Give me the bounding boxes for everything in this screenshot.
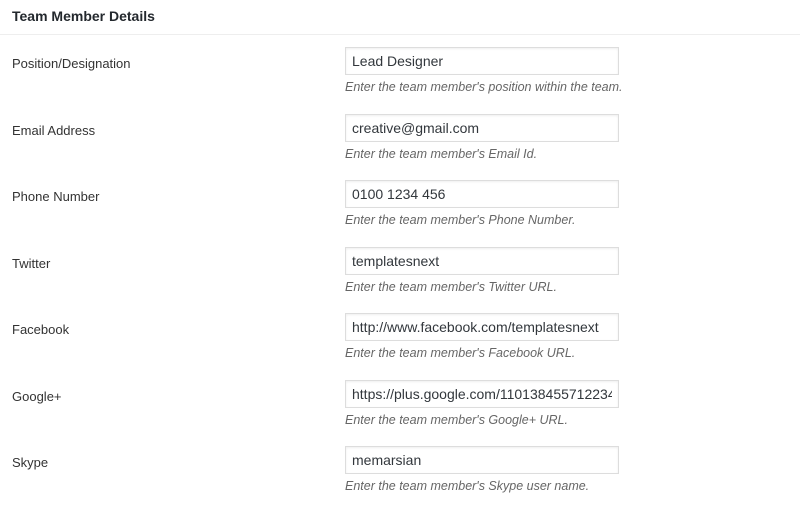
googleplus-input[interactable] bbox=[345, 380, 619, 408]
twitter-input[interactable] bbox=[345, 247, 619, 275]
panel-header: Team Member Details bbox=[0, 0, 800, 35]
field-row-facebook: Facebook Enter the team member's Faceboo… bbox=[0, 313, 800, 388]
field-row-position: Position/Designation Enter the team memb… bbox=[0, 47, 800, 122]
panel-title: Team Member Details bbox=[12, 7, 155, 24]
team-member-details-panel: Team Member Details Position/Designation… bbox=[0, 0, 800, 523]
email-description: Enter the team member's Email Id. bbox=[345, 147, 538, 161]
phone-input[interactable] bbox=[345, 180, 619, 208]
facebook-input[interactable] bbox=[345, 313, 619, 341]
field-row-skype: Skype Enter the team member's Skype user… bbox=[0, 446, 800, 521]
position-input[interactable] bbox=[345, 47, 619, 75]
googleplus-description: Enter the team member's Google+ URL. bbox=[345, 413, 568, 427]
phone-description: Enter the team member's Phone Number. bbox=[345, 213, 576, 227]
email-input[interactable] bbox=[345, 114, 619, 142]
skype-input[interactable] bbox=[345, 446, 619, 474]
phone-label: Phone Number bbox=[12, 189, 100, 204]
email-label: Email Address bbox=[12, 123, 96, 138]
position-description: Enter the team member's position within … bbox=[345, 80, 623, 94]
facebook-label: Facebook bbox=[12, 322, 70, 337]
skype-description: Enter the team member's Skype user name. bbox=[345, 479, 590, 493]
position-label: Position/Designation bbox=[12, 56, 131, 71]
skype-label: Skype bbox=[12, 455, 49, 470]
field-row-phone: Phone Number Enter the team member's Pho… bbox=[0, 180, 800, 255]
facebook-description: Enter the team member's Facebook URL. bbox=[345, 346, 576, 360]
twitter-label: Twitter bbox=[12, 256, 51, 271]
googleplus-label: Google+ bbox=[12, 389, 62, 404]
twitter-description: Enter the team member's Twitter URL. bbox=[345, 280, 557, 294]
